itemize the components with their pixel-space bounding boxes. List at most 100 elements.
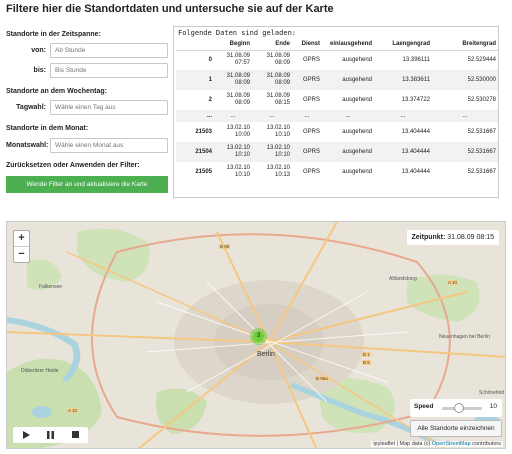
map-label-berlin: Berlin — [257, 351, 275, 358]
road-tag: B 5 — [362, 360, 371, 365]
table-row: 21503 13.02.10 10:00 13.02.10 10:10 GPRS a… — [176, 122, 498, 142]
map-label-falkensee: Falkensee — [39, 284, 63, 290]
cell-beginn: 13.02.10 10:00 — [214, 122, 252, 142]
road-tag: A 10 — [67, 408, 79, 413]
cell-beginn-date: 13.02.10 — [226, 165, 250, 171]
weekday-label: Tagwahl: — [16, 104, 46, 111]
attribution-suffix: contributors — [470, 441, 501, 447]
speed-label: Speed — [414, 403, 434, 410]
cell-ende-date: 13.02.10 — [266, 145, 290, 151]
cell-richtung: ausgehend — [322, 70, 374, 90]
cell-ende-date: 13.02.10 — [266, 125, 290, 131]
cell-ende-date: 31.08.09 — [266, 53, 290, 60]
cell-breitengrad: 52.531667 — [467, 168, 496, 175]
marker-cluster[interactable]: 3 — [250, 328, 267, 345]
cell-dienst: GPRS — [302, 128, 320, 135]
cell-laengengrad: 13.404444 — [401, 168, 430, 175]
data-table: Beginn Ende Dienst ein/ausgehend Laengen… — [176, 39, 498, 182]
cell-ende-time: 08:15 — [274, 100, 290, 106]
row-index: 0 — [208, 56, 212, 63]
pause-icon[interactable] — [41, 427, 59, 443]
table-header-row: Beginn Ende Dienst ein/ausgehend Laengen… — [176, 39, 498, 51]
speed-slider-handle[interactable] — [454, 403, 464, 413]
cell-breitengrad: 52.531667 — [467, 128, 496, 135]
table-row: 2 31.08.09 08:09 31.08.09 08:15 GPRS ausge… — [176, 90, 498, 110]
cell-beginn: 13.02.10 10:10 — [214, 162, 252, 182]
ellipsis-cell: ... — [252, 110, 292, 122]
cell-ende: 13.02.10 10:10 — [252, 142, 292, 162]
cell-ende: 31.08.09 08:09 — [252, 70, 292, 90]
cell-ende-date: 31.08.09 — [266, 73, 290, 79]
ellipsis-cell: ... — [176, 110, 214, 122]
map-label-altlandsberg: Altlandsberg — [389, 276, 417, 282]
cell-laengengrad: 13.404444 — [374, 142, 432, 162]
page-title: Filtere hier die Standortdaten und unter… — [6, 3, 334, 15]
cell-beginn: 31.08.09 08:09 — [214, 70, 252, 90]
ellipsis-cell: ... — [432, 110, 498, 122]
table-row: 21505 13.02.10 10:10 13.02.10 10:13 GPRS a… — [176, 162, 498, 182]
road-tag: B 96 — [219, 244, 231, 249]
row-index: 21504 — [176, 142, 214, 162]
cell-richtung: ausgehend — [342, 96, 372, 103]
month-select[interactable] — [50, 138, 168, 153]
cell-beginn-date: 31.08.09 — [226, 53, 250, 60]
cell-ende-date: 31.08.09 — [266, 93, 290, 99]
cell-beginn-time: 10:10 — [234, 172, 250, 178]
road-tag: B 1 — [362, 352, 371, 357]
timestamp-display: Zeitpunkt: 31.08.09 08:15 — [406, 230, 499, 245]
osm-link[interactable]: OpenStreetMap — [432, 441, 471, 447]
cell-ende: 31.08.09 08:15 — [252, 90, 292, 110]
ellipsis-cell: ... — [214, 110, 252, 122]
cell-ende-date: 13.02.10 — [266, 165, 290, 171]
cell-dienst: GPRS — [302, 168, 320, 175]
cell-breitengrad: 52.530278 — [467, 96, 496, 103]
speed-control: Speed 10 — [410, 399, 502, 417]
zoom-control: + − — [13, 230, 30, 263]
col-header-dienst: Dienst — [292, 39, 322, 51]
timestamp-label: Zeitpunkt: — [411, 234, 446, 241]
table-row: 21504 13.02.10 10:10 13.02.10 10:10 GPRS a… — [176, 142, 498, 162]
cell-beginn: 31.08.09 07:57 — [214, 50, 252, 70]
cell-richtung: ausgehend — [322, 142, 374, 162]
draw-all-locations-button[interactable]: Alle Standorte einzeichnen — [410, 420, 502, 437]
cell-richtung: ausgehend — [342, 56, 372, 63]
cell-dienst: GPRS — [302, 96, 320, 103]
data-table-panel: Folgende Daten sind geladen: Beginn Ende… — [173, 26, 499, 198]
timestamp-value: 31.08.09 08:15 — [447, 234, 494, 241]
cell-beginn-time: 08:09 — [234, 80, 250, 86]
row-index: 21503 — [195, 128, 212, 135]
cell-beginn-date: 31.08.09 — [226, 73, 250, 79]
cell-ende: 13.02.10 10:13 — [252, 162, 292, 182]
table-row-ellipsis: ... ... ... ... ... ... ... — [176, 110, 498, 122]
stop-icon[interactable] — [66, 427, 84, 443]
cell-beginn-date: 31.08.09 — [226, 93, 250, 99]
cell-dienst: GPRS — [292, 70, 322, 90]
zoom-out-button[interactable]: − — [14, 247, 29, 263]
attribution-prefix: ipyleaflet | Map data (c) — [373, 441, 432, 447]
cell-beginn-time: 08:09 — [234, 100, 250, 106]
cell-beginn-time: 07:57 — [234, 60, 250, 67]
table-row: 0 31.08.09 07:57 31.08.09 08:09 GPRS ausge… — [176, 50, 498, 70]
from-hour-input[interactable] — [50, 43, 168, 58]
table-caption: Folgende Daten sind geladen: — [178, 29, 297, 37]
apply-filter-button[interactable]: Wende Filter an und aktualisiere die Kar… — [6, 176, 168, 193]
speed-value: 10 — [489, 403, 497, 410]
map-label-neuenhagen: Neuenhagen bei Berlin — [439, 334, 490, 340]
col-header-beginn: Beginn — [214, 39, 252, 51]
ellipsis-cell: ... — [292, 110, 322, 122]
to-hour-input[interactable] — [50, 63, 168, 78]
map-view[interactable]: Falkensee Altlandsberg Neuenhagen bei Be… — [6, 221, 506, 449]
road-tag: B 96a — [315, 376, 329, 381]
cell-beginn: 31.08.09 08:09 — [214, 90, 252, 110]
map-label-schoenefeld: Schönefeld — [479, 390, 505, 396]
zoom-in-button[interactable]: + — [14, 231, 29, 247]
weekday-select[interactable] — [50, 100, 168, 115]
cell-beginn-date: 13.02.10 — [226, 125, 250, 131]
cell-laengengrad: 13.404444 — [401, 128, 430, 135]
play-icon[interactable] — [17, 427, 35, 443]
cell-breitengrad: 52.531667 — [432, 142, 498, 162]
cell-laengengrad: 13.396111 — [402, 56, 430, 63]
col-header-ende: Ende — [252, 39, 292, 51]
cell-ende-time: 10:13 — [274, 172, 290, 178]
row-index: 21505 — [195, 168, 212, 175]
